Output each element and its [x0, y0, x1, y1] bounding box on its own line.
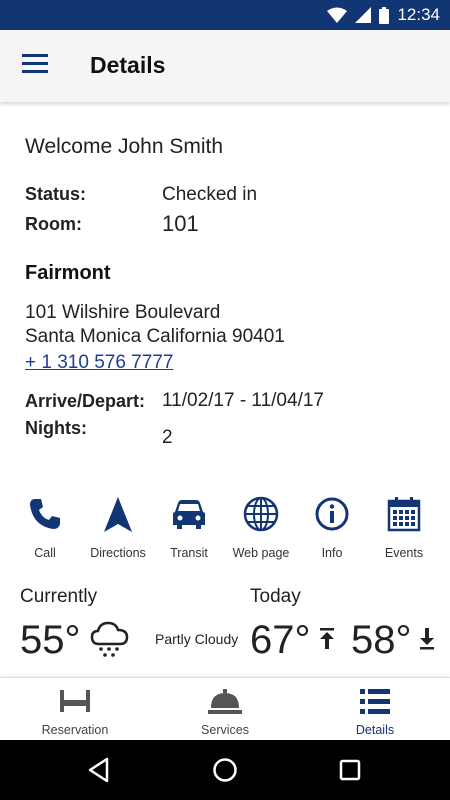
arrive-depart-value: 11/02/17 - 11/04/17	[162, 390, 324, 411]
menu-icon[interactable]	[22, 54, 48, 76]
currently-label: Currently	[20, 586, 98, 607]
nav-details[interactable]: Details	[300, 678, 450, 741]
low-temperature: 58°	[351, 618, 412, 662]
directions-label: Directions	[90, 546, 146, 560]
high-arrow-icon	[320, 628, 334, 649]
call-button[interactable]: Call	[9, 494, 81, 560]
events-button[interactable]: Events	[368, 494, 440, 560]
battery-icon	[379, 6, 390, 24]
today-label: Today	[250, 586, 301, 607]
recent-apps-icon[interactable]	[335, 755, 365, 785]
rain-cloud-icon	[90, 621, 129, 657]
arrive-depart-label: Arrive/Depart:	[25, 391, 146, 411]
transit-button[interactable]: Transit	[153, 494, 225, 560]
room-label: Room:	[25, 214, 82, 234]
phone-icon	[30, 499, 60, 529]
navigation-arrow-icon	[104, 497, 132, 532]
nav-details-label: Details	[355, 723, 395, 737]
action-bar: Call Directions Transit Web page Info Ev…	[0, 494, 450, 566]
info-label: Info	[321, 546, 343, 560]
address-line-2: Santa Monica California 90401	[25, 326, 285, 347]
info-icon	[315, 497, 349, 531]
back-icon[interactable]	[85, 755, 115, 785]
nav-reservation[interactable]: Reservation	[0, 678, 150, 741]
signal-icon	[355, 7, 372, 23]
nav-services-label: Services	[201, 723, 249, 737]
home-icon[interactable]	[210, 755, 240, 785]
status-label: Status:	[25, 184, 87, 204]
page-title: Details	[90, 52, 166, 78]
nav-services[interactable]: Services	[150, 678, 300, 741]
high-temperature: 67°	[250, 618, 311, 662]
current-temperature: 55°	[20, 618, 81, 662]
system-navigation-bar	[0, 740, 450, 800]
low-arrow-icon	[420, 628, 434, 650]
call-label: Call	[34, 546, 56, 560]
list-icon	[360, 689, 390, 714]
directions-button[interactable]: Directions	[82, 494, 154, 560]
bottom-navigation: Reservation Services Details	[0, 677, 450, 740]
room-value: 101	[162, 211, 199, 236]
globe-icon	[243, 496, 279, 532]
phone-link[interactable]: + 1 310 576 7777	[25, 352, 173, 374]
service-bell-icon	[208, 689, 242, 714]
nav-reservation-label: Reservation	[41, 723, 109, 737]
hotel-name: Fairmont	[25, 262, 111, 284]
status-value: Checked in	[162, 184, 258, 205]
bed-icon	[60, 690, 90, 712]
calendar-icon	[387, 497, 421, 532]
nights-value: 2	[162, 427, 173, 448]
app-bar: Details	[0, 30, 450, 102]
web-page-label: Web page	[232, 546, 290, 560]
wifi-icon	[327, 7, 348, 23]
events-label: Events	[384, 546, 424, 560]
weather-condition: Partly Cloudy	[155, 631, 239, 647]
car-icon	[173, 500, 205, 529]
info-button[interactable]: Info	[296, 494, 368, 560]
welcome-text: Welcome John Smith	[25, 135, 224, 158]
address-line-1: 101 Wilshire Boulevard	[25, 302, 221, 323]
clock: 12:34	[397, 5, 440, 24]
web-page-button[interactable]: Web page	[225, 494, 297, 560]
nights-label: Nights:	[25, 418, 87, 438]
transit-label: Transit	[170, 546, 208, 560]
status-bar: 12:34	[0, 0, 450, 30]
